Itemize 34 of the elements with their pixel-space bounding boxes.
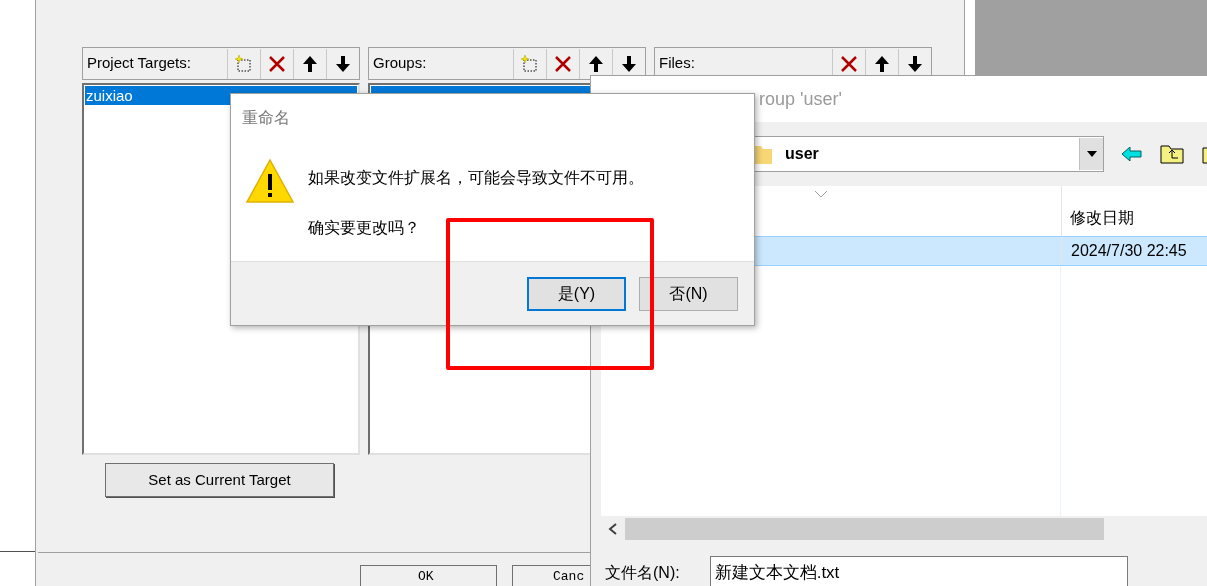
question-text: 确实要更改吗？ bbox=[308, 218, 421, 238]
up-arrow-icon bbox=[873, 54, 891, 73]
down-arrow-icon bbox=[620, 54, 638, 73]
down-arrow-icon bbox=[906, 54, 924, 73]
dialog-button[interactable]: 否(N) bbox=[639, 276, 738, 311]
dialog-title: 重命名 bbox=[242, 108, 290, 128]
scroll-left-icon[interactable] bbox=[608, 523, 618, 535]
set-target-button[interactable]: Set as Current Target bbox=[105, 463, 334, 497]
panel-title: Files: bbox=[659, 53, 696, 74]
file-name-label: 文件名(N): bbox=[605, 563, 680, 583]
delete-icon bbox=[553, 53, 573, 74]
window-title: roup 'user' bbox=[759, 87, 842, 111]
file-name-field[interactable]: 新建文本文档.txt bbox=[709, 556, 1128, 586]
dialog-button[interactable]: 是(Y) bbox=[527, 276, 626, 311]
combo-value: user bbox=[785, 144, 820, 164]
dialog-button[interactable]: Canc bbox=[512, 565, 590, 586]
up-arrow-icon bbox=[587, 54, 605, 73]
dialog-button[interactable]: OK bbox=[360, 565, 497, 586]
panel-title: Project Targets: bbox=[87, 53, 192, 74]
warning-icon bbox=[245, 158, 295, 204]
delete-icon bbox=[839, 53, 859, 74]
message-text: 如果改变文件扩展名，可能会导致文件不可用。 bbox=[308, 168, 644, 188]
sort-caret-icon bbox=[814, 190, 828, 198]
scroll-thumb[interactable] bbox=[625, 518, 1104, 540]
new-item-icon bbox=[234, 53, 254, 74]
new-item-icon bbox=[520, 53, 540, 74]
up-arrow-icon bbox=[301, 54, 319, 73]
back-arrow-icon[interactable] bbox=[1122, 147, 1142, 161]
caret-down-icon bbox=[1086, 151, 1097, 157]
delete-icon bbox=[267, 53, 287, 74]
up-folder-icon[interactable] bbox=[1160, 144, 1184, 164]
down-arrow-icon bbox=[334, 54, 352, 73]
panel-title: Groups: bbox=[373, 53, 428, 74]
modified-cell: 2024/7/30 22:45 bbox=[1061, 237, 1187, 265]
